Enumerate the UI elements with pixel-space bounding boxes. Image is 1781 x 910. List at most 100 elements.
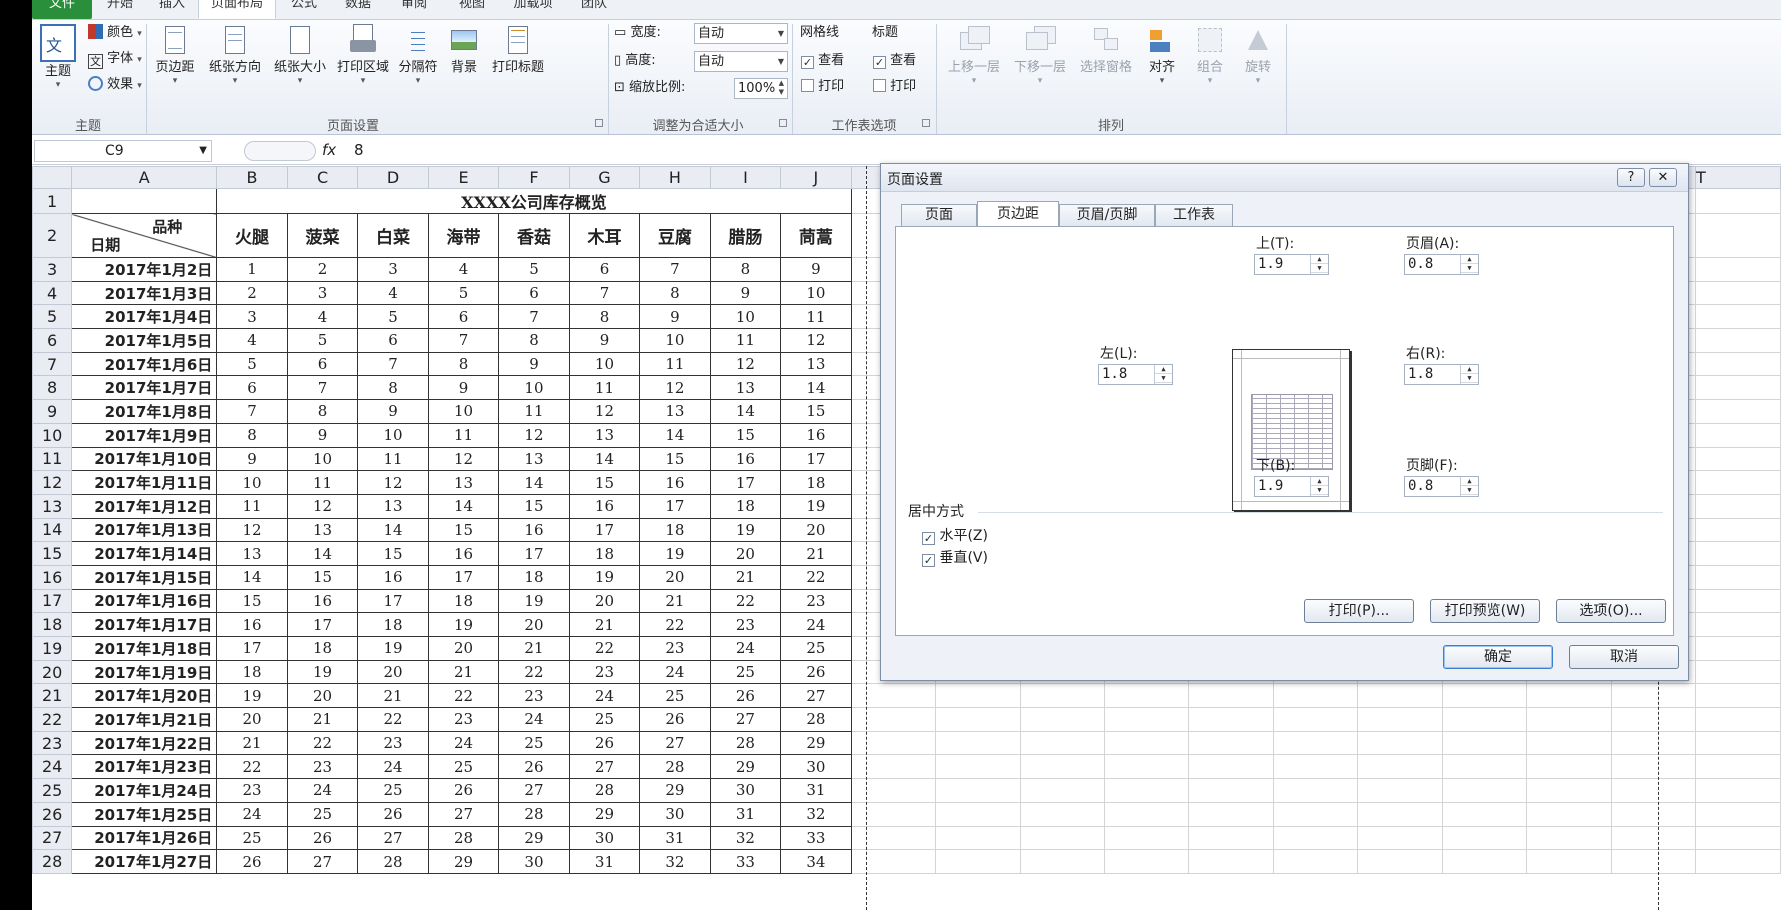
value-cell[interactable]: 11	[639, 351, 711, 377]
value-cell[interactable]: 25	[427, 754, 500, 780]
value-cell[interactable]: 17	[568, 517, 641, 543]
cell[interactable]	[1188, 825, 1274, 851]
value-cell[interactable]: 31	[780, 778, 852, 803]
column-header[interactable]: E	[427, 166, 500, 189]
value-cell[interactable]: 11	[709, 328, 782, 353]
value-cell[interactable]: 13	[357, 493, 429, 519]
column-header[interactable]: F	[498, 166, 570, 189]
value-cell[interactable]: 8	[568, 304, 641, 330]
cell[interactable]	[850, 683, 937, 709]
value-cell[interactable]: 29	[427, 849, 500, 874]
value-cell[interactable]: 19	[427, 612, 500, 637]
value-cell[interactable]: 10	[286, 446, 359, 472]
cell[interactable]	[1019, 730, 1105, 756]
value-cell[interactable]: 28	[357, 849, 429, 874]
cell[interactable]	[1441, 730, 1528, 756]
value-cell[interactable]: 14	[216, 564, 288, 590]
tab-page-layout[interactable]: 页面布局	[198, 0, 276, 19]
value-cell[interactable]: 5	[498, 257, 570, 282]
row-header[interactable]: 4	[32, 280, 73, 306]
cell[interactable]	[1103, 707, 1190, 732]
name-box[interactable]: C9 ▼	[34, 140, 212, 162]
value-cell[interactable]: 20	[568, 588, 641, 614]
cell[interactable]	[1272, 801, 1359, 827]
value-cell[interactable]: 21	[498, 636, 570, 661]
paper-size-button[interactable]: 纸张大小 ▾	[270, 24, 330, 86]
cell[interactable]	[1103, 849, 1190, 874]
value-cell[interactable]: 6	[286, 351, 359, 377]
value-cell[interactable]: 8	[427, 351, 500, 377]
date-cell[interactable]: 2017年1月8日	[71, 399, 218, 424]
value-cell[interactable]: 13	[639, 399, 711, 424]
value-cell[interactable]: 8	[357, 375, 429, 401]
theme-colors-button[interactable]: 颜色 ▾	[88, 22, 142, 44]
value-cell[interactable]: 16	[286, 588, 359, 614]
value-cell[interactable]: 24	[639, 659, 711, 685]
cell[interactable]	[1188, 754, 1274, 780]
value-cell[interactable]: 13	[427, 470, 500, 495]
breaks-button[interactable]: 分隔符 ▾	[394, 24, 442, 86]
tab-insert[interactable]: 插入	[146, 0, 198, 19]
cell[interactable]	[935, 707, 1021, 732]
value-cell[interactable]: 18	[568, 541, 641, 566]
value-cell[interactable]: 17	[498, 541, 570, 566]
value-cell[interactable]: 12	[216, 517, 288, 543]
cell[interactable]	[935, 683, 1021, 709]
cell[interactable]	[935, 801, 1021, 827]
value-cell[interactable]: 26	[427, 778, 500, 803]
value-cell[interactable]: 11	[780, 304, 852, 330]
cell[interactable]	[1695, 636, 1781, 661]
formula-input[interactable]: 8	[354, 141, 364, 159]
value-cell[interactable]: 24	[780, 612, 852, 637]
column-header[interactable]: A	[71, 166, 218, 189]
value-cell[interactable]: 22	[427, 683, 500, 709]
row-header[interactable]: 3	[32, 257, 73, 282]
cell[interactable]	[1610, 754, 1697, 780]
value-cell[interactable]: 26	[780, 659, 852, 685]
date-cell[interactable]: 2017年1月13日	[71, 517, 218, 543]
value-cell[interactable]: 24	[216, 801, 288, 827]
value-cell[interactable]: 11	[216, 493, 288, 519]
value-cell[interactable]: 7	[286, 375, 359, 401]
value-cell[interactable]: 3	[216, 304, 288, 330]
cell[interactable]	[1019, 754, 1105, 780]
cell[interactable]	[1695, 328, 1781, 353]
column-title-cell[interactable]: 白菜	[357, 213, 429, 258]
date-cell[interactable]: 2017年1月21日	[71, 707, 218, 732]
value-cell[interactable]: 17	[780, 446, 852, 472]
value-cell[interactable]: 19	[498, 588, 570, 614]
value-cell[interactable]: 14	[498, 470, 570, 495]
date-cell[interactable]: 2017年1月5日	[71, 328, 218, 353]
value-cell[interactable]: 10	[216, 470, 288, 495]
value-cell[interactable]: 16	[357, 564, 429, 590]
value-cell[interactable]: 19	[216, 683, 288, 709]
value-cell[interactable]: 29	[639, 778, 711, 803]
date-cell[interactable]: 2017年1月26日	[71, 825, 218, 851]
cell[interactable]	[1610, 707, 1697, 732]
cell[interactable]	[1357, 801, 1443, 827]
value-cell[interactable]: 10	[568, 351, 641, 377]
cell[interactable]	[1610, 801, 1697, 827]
orientation-button[interactable]: 纸张方向 ▾	[204, 24, 266, 86]
insert-function-icon[interactable]: fx	[322, 141, 336, 159]
column-title-cell[interactable]: 香菇	[498, 213, 570, 258]
top-margin-input[interactable]: 1.9 ▲ ▼	[1254, 254, 1329, 275]
value-cell[interactable]: 31	[568, 849, 641, 874]
value-cell[interactable]: 15	[498, 493, 570, 519]
value-cell[interactable]: 12	[639, 375, 711, 401]
column-title-cell[interactable]: 木耳	[568, 213, 641, 258]
spinner-arrows-icon[interactable]: ▲ ▼	[1460, 365, 1478, 384]
value-cell[interactable]: 12	[568, 399, 641, 424]
group-button[interactable]: 组合 ▾	[1188, 24, 1232, 86]
value-cell[interactable]: 20	[427, 636, 500, 661]
value-cell[interactable]: 24	[357, 754, 429, 780]
cell[interactable]	[850, 730, 937, 756]
value-cell[interactable]: 15	[427, 517, 500, 543]
value-cell[interactable]: 9	[639, 304, 711, 330]
value-cell[interactable]: 9	[286, 422, 359, 448]
cell[interactable]	[1695, 280, 1781, 306]
value-cell[interactable]: 23	[216, 778, 288, 803]
column-header[interactable]: C	[286, 166, 359, 189]
value-cell[interactable]: 12	[498, 422, 570, 448]
value-cell[interactable]: 25	[357, 778, 429, 803]
